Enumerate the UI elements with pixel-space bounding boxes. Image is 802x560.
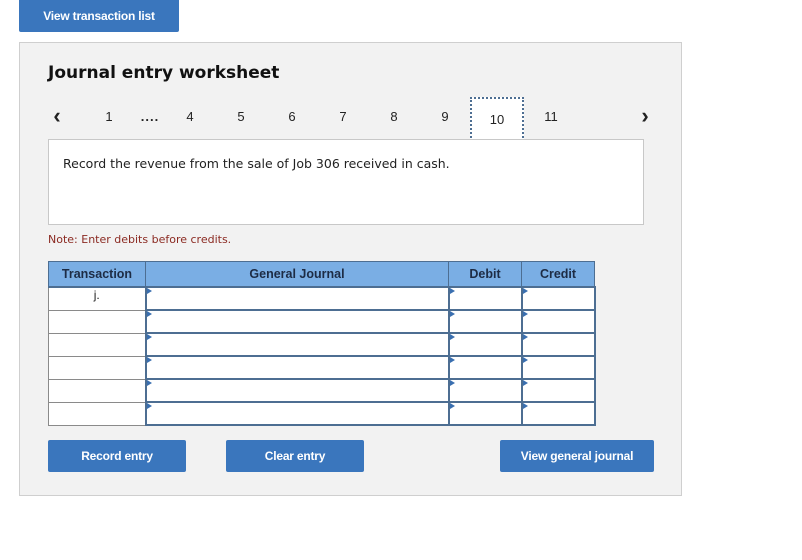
header-credit: Credit — [521, 261, 595, 288]
transaction-cell — [48, 332, 146, 357]
header-transaction: Transaction — [48, 261, 146, 288]
account-dropdown[interactable] — [144, 332, 450, 357]
transaction-cell — [48, 309, 146, 334]
credit-input[interactable] — [520, 332, 596, 357]
table-row — [48, 332, 596, 357]
page-11[interactable]: 11 — [540, 101, 562, 131]
account-dropdown[interactable] — [144, 378, 450, 403]
table-row — [48, 355, 596, 380]
journal-table: Transaction General Journal Debit Credit… — [48, 261, 596, 426]
account-dropdown[interactable] — [144, 401, 450, 426]
account-dropdown[interactable] — [144, 309, 450, 334]
transaction-description-box: Record the revenue from the sale of Job … — [48, 139, 644, 225]
debit-input[interactable] — [447, 286, 523, 311]
credit-input[interactable] — [520, 309, 596, 334]
table-row: j. — [48, 286, 596, 311]
transaction-cell — [48, 378, 146, 403]
debit-input[interactable] — [447, 332, 523, 357]
debit-input[interactable] — [447, 355, 523, 380]
page-5[interactable]: 5 — [232, 101, 250, 131]
clear-entry-button[interactable]: Clear entry — [226, 440, 364, 472]
credit-input[interactable] — [520, 401, 596, 426]
page-10-active[interactable]: 10 — [470, 97, 524, 141]
prev-page-icon[interactable]: ‹ — [46, 101, 68, 131]
debit-input[interactable] — [447, 309, 523, 334]
table-header-row: Transaction General Journal Debit Credit — [48, 261, 595, 288]
debit-input[interactable] — [447, 378, 523, 403]
note-text: Note: Enter debits before credits. — [48, 233, 232, 246]
table-row — [48, 401, 596, 426]
credit-input[interactable] — [520, 355, 596, 380]
credit-input[interactable] — [520, 378, 596, 403]
page-8[interactable]: 8 — [385, 101, 403, 131]
transaction-cell — [48, 401, 146, 426]
page-7[interactable]: 7 — [334, 101, 352, 131]
record-entry-button[interactable]: Record entry — [48, 440, 186, 472]
transaction-cell: j. — [48, 286, 146, 311]
credit-input[interactable] — [520, 286, 596, 311]
next-page-icon[interactable]: › — [634, 101, 656, 131]
table-row — [48, 378, 596, 403]
view-general-journal-button[interactable]: View general journal — [500, 440, 654, 472]
page-1[interactable]: 1 — [100, 101, 118, 131]
page-9[interactable]: 9 — [436, 101, 454, 131]
journal-entry-panel: Journal entry worksheet ‹ 1 .... 4 5 6 7… — [19, 42, 682, 496]
debit-input[interactable] — [447, 401, 523, 426]
transaction-description: Record the revenue from the sale of Job … — [63, 156, 450, 171]
account-dropdown[interactable] — [144, 355, 450, 380]
view-transaction-list-button[interactable]: View transaction list — [19, 0, 179, 32]
page-4[interactable]: 4 — [181, 101, 199, 131]
page-6[interactable]: 6 — [283, 101, 301, 131]
page-title: Journal entry worksheet — [48, 63, 280, 83]
header-general-journal: General Journal — [145, 261, 449, 288]
page-ellipsis: .... — [140, 108, 160, 124]
table-row — [48, 309, 596, 334]
transaction-cell — [48, 355, 146, 380]
account-dropdown[interactable] — [144, 286, 450, 311]
header-debit: Debit — [448, 261, 522, 288]
